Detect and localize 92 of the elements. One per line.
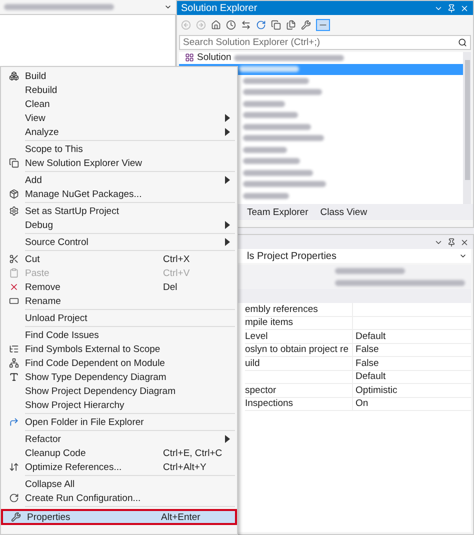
- refresh-icon[interactable]: [256, 20, 266, 30]
- property-value[interactable]: False: [352, 344, 471, 357]
- property-name: spector: [245, 384, 353, 398]
- copy-icon[interactable]: [271, 20, 281, 30]
- menu-item[interactable]: Properties Alt+Enter: [1, 509, 237, 525]
- object-name: ls Project Properties: [247, 250, 336, 262]
- back-icon[interactable]: [181, 20, 191, 30]
- dropdown-icon[interactable]: [164, 3, 172, 11]
- blurred-text: [243, 78, 309, 84]
- menu-item[interactable]: Find Code Dependent on Module: [1, 356, 237, 370]
- wrench-icon: [11, 512, 21, 522]
- search-field[interactable]: Search Solution Explorer (Ctrl+;): [183, 37, 458, 48]
- menu-item[interactable]: Source Control: [1, 235, 237, 249]
- menu-item[interactable]: Remove Del: [1, 280, 237, 294]
- menu-item[interactable]: Show Project Dependency Diagram: [1, 384, 237, 398]
- clipboard-icon: [9, 268, 19, 278]
- sync-icon[interactable]: [241, 20, 251, 30]
- property-value[interactable]: Optimistic: [352, 384, 471, 398]
- rectangle-icon: [9, 296, 19, 306]
- property-name: uild: [245, 357, 353, 370]
- menu-item[interactable]: View: [1, 111, 237, 125]
- files-icon[interactable]: [286, 20, 296, 30]
- home-icon[interactable]: [211, 20, 221, 30]
- menu-item[interactable]: Show Project Hierarchy: [1, 398, 237, 412]
- blurred-text: [243, 170, 313, 176]
- panel-title: Solution Explorer: [181, 2, 258, 14]
- menu-item[interactable]: Build: [1, 69, 237, 83]
- menu-item[interactable]: Clean: [1, 97, 237, 111]
- property-name: Level: [245, 330, 353, 344]
- blurred-text: [239, 66, 299, 72]
- clock-icon[interactable]: [226, 20, 236, 30]
- menu-item[interactable]: Find Symbols External to Scope: [1, 342, 237, 356]
- menu-item[interactable]: Find Code Issues: [1, 328, 237, 342]
- arrows-icon: [9, 462, 19, 472]
- property-name: oslyn to obtain project re: [245, 344, 353, 357]
- menu-item[interactable]: Scope to This: [1, 142, 237, 156]
- property-name: mpile items: [245, 316, 353, 330]
- property-value[interactable]: On: [352, 398, 471, 411]
- boxes-icon: [9, 71, 19, 81]
- menu-item[interactable]: Unload Project: [1, 311, 237, 325]
- blurred-text: [243, 158, 300, 164]
- list-tree-icon: [9, 344, 19, 354]
- search-icon[interactable]: [458, 38, 467, 47]
- menu-item[interactable]: Refactor: [1, 432, 237, 446]
- forward-icon[interactable]: [196, 20, 206, 30]
- menu-item[interactable]: Set as StartUp Project: [1, 204, 237, 218]
- blurred-text: [335, 268, 405, 274]
- toggle-button[interactable]: [316, 19, 330, 31]
- menu-item[interactable]: Open Folder in File Explorer: [1, 415, 237, 429]
- property-value[interactable]: False: [352, 357, 471, 370]
- blurred-text: [243, 124, 311, 130]
- type-icon: [9, 372, 19, 382]
- package-icon: [9, 189, 19, 199]
- menu-item[interactable]: Rebuild: [1, 83, 237, 97]
- blurred-text: [243, 146, 287, 153]
- menu-item[interactable]: Cleanup Code Ctrl+E, Ctrl+C: [1, 446, 237, 460]
- tree-row[interactable]: Solution: [179, 52, 463, 64]
- settings-icon: [9, 206, 19, 216]
- panel-tab[interactable]: Class View: [318, 206, 370, 218]
- pin-icon[interactable]: [447, 4, 456, 12]
- menu-item[interactable]: Add: [1, 173, 237, 187]
- menu-item[interactable]: Optimize References... Ctrl+Alt+Y: [1, 460, 237, 474]
- network-icon: [9, 358, 19, 368]
- rotate-icon: [9, 493, 19, 503]
- wrench-icon[interactable]: [301, 20, 311, 30]
- menu-item[interactable]: Create Run Configuration...: [1, 491, 237, 505]
- property-name: Inspections: [245, 398, 353, 411]
- pin-icon[interactable]: [447, 238, 456, 246]
- tree-label: Solution: [197, 52, 232, 64]
- search-box[interactable]: Search Solution Explorer (Ctrl+;): [179, 35, 471, 50]
- panel-tab[interactable]: Team Explorer: [245, 206, 310, 218]
- close-icon: [9, 282, 19, 292]
- blurred-text: [243, 112, 298, 118]
- menu-item[interactable]: Collapse All: [1, 477, 237, 491]
- menu-item[interactable]: Analyze: [1, 125, 237, 139]
- menu-item[interactable]: Rename: [1, 294, 237, 308]
- menu-item[interactable]: Debug: [1, 218, 237, 232]
- dropdown-icon[interactable]: [459, 252, 467, 260]
- scroll-bar[interactable]: [463, 52, 471, 204]
- property-name: embly references: [245, 303, 353, 316]
- close-icon[interactable]: [460, 238, 469, 246]
- copy-icon: [9, 158, 19, 168]
- blurred-text: [243, 192, 289, 199]
- property-value[interactable]: Default: [352, 330, 471, 344]
- menu-item[interactable]: Show Type Dependency Diagram: [1, 370, 237, 384]
- corner-arrow-icon: [9, 417, 19, 427]
- property-value[interactable]: Default: [352, 370, 471, 384]
- menu-item[interactable]: Manage NuGet Packages...: [1, 187, 237, 201]
- menu-item[interactable]: New Solution Explorer View: [1, 156, 237, 170]
- blurred-text: [243, 100, 285, 107]
- scissors-icon: [9, 254, 19, 264]
- solution-icon: [185, 53, 194, 62]
